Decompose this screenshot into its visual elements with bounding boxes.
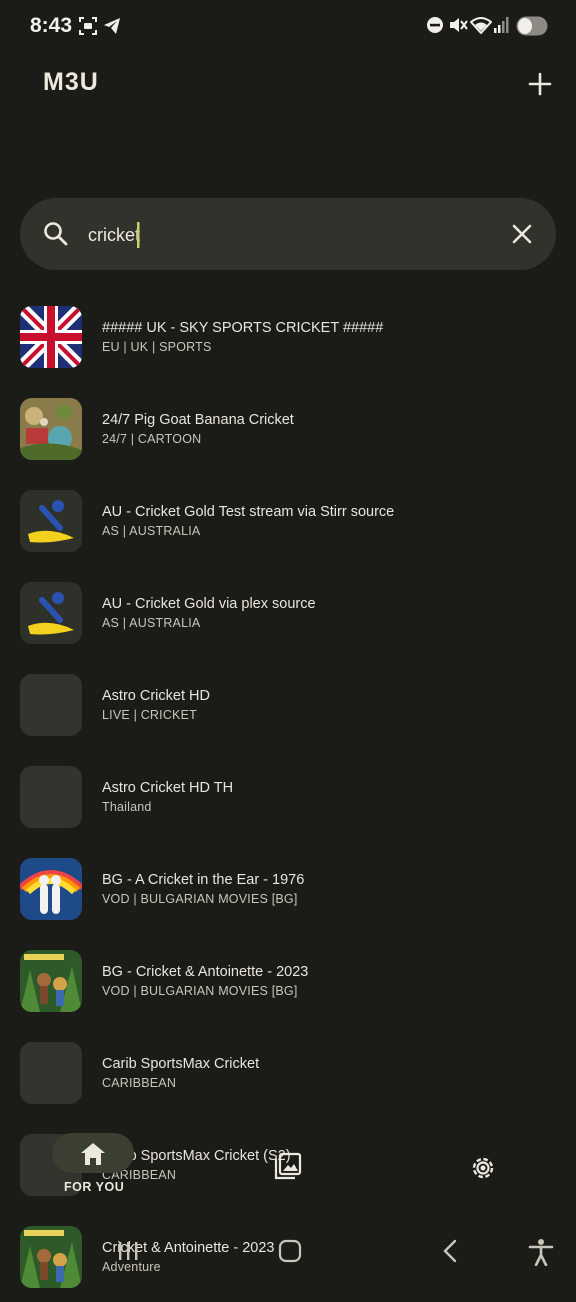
text-caret	[137, 222, 140, 248]
bottom-navigation: FOR YOU	[0, 1128, 576, 1208]
nav-label-for-you: FOR YOU	[64, 1180, 125, 1194]
back-icon[interactable]	[440, 1239, 460, 1263]
channel-subtitle: Thailand	[102, 800, 152, 814]
list-item[interactable]: 24/7 Pig Goat Banana Cricket 24/7 | CART…	[0, 382, 576, 474]
wifi-icon	[470, 17, 492, 34]
search-icon	[44, 222, 68, 246]
channel-title: AU - Cricket Gold via plex source	[102, 596, 316, 612]
list-item[interactable]: BG - Cricket & Antoinette - 2023 VOD | B…	[0, 934, 576, 1026]
channel-title: BG - Cricket & Antoinette - 2023	[102, 964, 309, 980]
channel-title: Astro Cricket HD TH	[102, 780, 234, 796]
channel-subtitle: EU | UK | SPORTS	[102, 340, 212, 354]
app-title: M3U	[43, 68, 99, 96]
list-item[interactable]: Astro Cricket HD LIVE | CRICKET	[0, 658, 576, 750]
telegram-icon	[104, 18, 120, 34]
home-icon	[81, 1143, 105, 1165]
status-bar: 8:43	[0, 0, 576, 54]
add-icon[interactable]	[522, 66, 558, 102]
channel-subtitle: 24/7 | CARTOON	[102, 432, 202, 446]
channel-subtitle: AS | AUSTRALIA	[102, 616, 201, 630]
cricket-gold-logo-thumbnail	[20, 490, 82, 552]
accessibility-icon[interactable]	[528, 1238, 554, 1266]
dnd-icon	[427, 17, 443, 33]
battery-icon	[516, 16, 548, 36]
signal-icon	[494, 17, 509, 33]
screenshot-icon	[79, 17, 97, 35]
movie-poster-thumbnail	[20, 858, 82, 920]
channel-title: ##### UK - SKY SPORTS CRICKET #####	[102, 320, 384, 336]
empty-thumbnail	[20, 674, 82, 736]
channel-title: 24/7 Pig Goat Banana Cricket	[102, 412, 294, 428]
settings-icon[interactable]	[469, 1154, 497, 1182]
channel-subtitle: AS | AUSTRALIA	[102, 524, 201, 538]
system-navigation-bar	[0, 1228, 576, 1280]
search-bar[interactable]	[20, 198, 556, 270]
cartoon-thumbnail	[20, 398, 82, 460]
mute-icon	[450, 18, 468, 32]
list-item[interactable]: AU - Cricket Gold Test stream via Stirr …	[0, 474, 576, 566]
home-nav-icon[interactable]	[278, 1239, 302, 1263]
list-item[interactable]: Astro Cricket HD TH Thailand	[0, 750, 576, 842]
channel-title: Carib SportsMax Cricket	[102, 1056, 260, 1072]
empty-thumbnail	[20, 1042, 82, 1104]
channel-title: Astro Cricket HD	[102, 688, 210, 704]
empty-thumbnail	[20, 766, 82, 828]
nav-item-for-you[interactable]	[52, 1133, 134, 1173]
status-time: 8:43	[30, 14, 73, 37]
gallery-icon[interactable]	[274, 1152, 302, 1180]
movie-poster-thumbnail	[20, 950, 82, 1012]
cricket-gold-logo-thumbnail	[20, 582, 82, 644]
uk-flag-thumbnail	[20, 306, 82, 368]
close-icon[interactable]	[506, 218, 538, 250]
channel-subtitle: LIVE | CRICKET	[102, 708, 197, 722]
channel-subtitle: VOD | BULGARIAN MOVIES [BG]	[102, 892, 298, 906]
channel-title: BG - A Cricket in the Ear - 1976	[102, 872, 305, 888]
list-item[interactable]: BG - A Cricket in the Ear - 1976 VOD | B…	[0, 842, 576, 934]
search-input[interactable]	[86, 216, 490, 254]
list-item[interactable]: ##### UK - SKY SPORTS CRICKET ##### EU |…	[0, 290, 576, 382]
channel-subtitle: VOD | BULGARIAN MOVIES [BG]	[102, 984, 298, 998]
recents-icon[interactable]	[116, 1240, 140, 1262]
list-item[interactable]: AU - Cricket Gold via plex source AS | A…	[0, 566, 576, 658]
channel-title: AU - Cricket Gold Test stream via Stirr …	[102, 504, 395, 520]
list-item[interactable]: Carib SportsMax Cricket CARIBBEAN	[0, 1026, 576, 1118]
channel-subtitle: CARIBBEAN	[102, 1076, 177, 1090]
